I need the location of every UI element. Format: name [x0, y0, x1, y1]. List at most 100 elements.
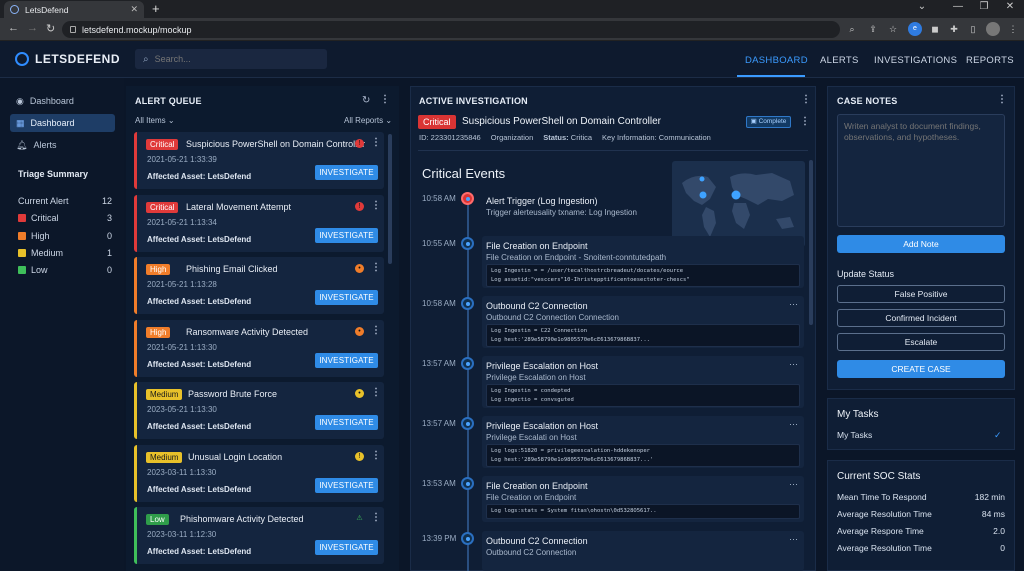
- my-tasks-item[interactable]: My Tasks: [837, 430, 872, 440]
- event-card[interactable]: Alert Trigger (Log Ingestion) Trigger ale…: [482, 191, 804, 223]
- investigate-button[interactable]: INVESTIGATE: [315, 415, 378, 430]
- nav-active-underline: [737, 75, 805, 77]
- sidebar-item-dashboard[interactable]: ◉ Dashboard: [10, 92, 115, 110]
- window-close-icon[interactable]: ✕: [1000, 1, 1020, 12]
- sidebar-item-alerts[interactable]: 🔔︎ Alerts: [10, 136, 115, 154]
- complete-button[interactable]: ▣ Complete: [746, 116, 791, 128]
- stat-row: Average Resolution Time 84 ms: [837, 509, 1005, 519]
- refresh-icon[interactable]: ↻: [362, 95, 370, 106]
- alert-card[interactable]: High Ransomware Activity Detected 2021-05-…: [134, 320, 384, 377]
- alert-card[interactable]: Medium Password Brute Force 2023-05-21 1:1…: [134, 382, 384, 439]
- event-subtitle: Privilege Escalati on Host: [486, 433, 577, 442]
- escalate-button[interactable]: Escalate: [837, 333, 1005, 351]
- alert-menu-icon[interactable]: ⋮: [371, 200, 381, 211]
- zoom-icon[interactable]: ⌕: [845, 22, 859, 36]
- sidepanel-icon[interactable]: ▯: [966, 22, 980, 36]
- event-card[interactable]: File Creation on Endpoint File Creation o…: [482, 476, 804, 522]
- alert-card[interactable]: Medium Unusual Login Location 2023-03-11 1…: [134, 445, 384, 502]
- case-notes-textarea[interactable]: [837, 114, 1005, 227]
- nav-dashboard[interactable]: DASHBOARD: [745, 55, 808, 66]
- false-positive-button[interactable]: False Positive: [837, 285, 1005, 303]
- search-box[interactable]: ⌕: [135, 49, 327, 69]
- critical-events-title: Critical Events: [422, 166, 506, 181]
- event-more-icon[interactable]: ⋯: [789, 479, 798, 490]
- events-scrollbar[interactable]: [809, 160, 813, 325]
- extension-icon-2[interactable]: ◼: [928, 22, 942, 36]
- triage-row-low: Low 0: [18, 265, 112, 275]
- nav-alerts[interactable]: ALERTS: [820, 55, 859, 66]
- event-card[interactable]: Outbound C2 Connection Outbound C2 Connec…: [482, 296, 804, 348]
- alert-card[interactable]: Critical Suspicious PowerShell on Domain …: [134, 132, 384, 189]
- logo[interactable]: LETSDEFEND: [15, 52, 120, 66]
- alert-status-icon: •: [355, 264, 364, 273]
- alert-date: 2023-03-11 1:13:30: [147, 468, 217, 477]
- event-more-icon[interactable]: ⋯: [789, 299, 798, 310]
- log-line: Log Ingestin = = /user/tecalthostrcbread…: [491, 268, 684, 274]
- nav-investigations[interactable]: INVESTIGATIONS: [874, 55, 957, 66]
- bookmark-star-icon[interactable]: ☆: [886, 22, 900, 36]
- investigate-button[interactable]: INVESTIGATE: [315, 165, 378, 180]
- investigation-actions-icon[interactable]: ⋮: [800, 116, 810, 127]
- timeline-line: [467, 196, 469, 571]
- puzzle-icon[interactable]: ✚: [947, 22, 961, 36]
- create-case-button[interactable]: CREATE CASE: [837, 360, 1005, 378]
- forward-icon[interactable]: →: [27, 22, 38, 34]
- investigate-button[interactable]: INVESTIGATE: [315, 353, 378, 368]
- event-subtitle: Outbound C2 Connection: [486, 548, 577, 557]
- investigate-button[interactable]: INVESTIGATE: [315, 540, 378, 555]
- event-more-icon[interactable]: ⋯: [789, 534, 798, 545]
- queue-scrollbar[interactable]: [388, 134, 392, 264]
- share-icon[interactable]: ⇪: [866, 22, 880, 36]
- profile-avatar[interactable]: [986, 22, 1000, 36]
- reload-icon[interactable]: ↻: [46, 22, 55, 35]
- filter-all-items[interactable]: All Items ⌄: [135, 116, 175, 125]
- timeline-node-icon: [461, 357, 474, 370]
- minimize-icon[interactable]: —: [948, 1, 968, 12]
- alert-menu-icon[interactable]: ⋮: [371, 512, 381, 523]
- event-more-icon[interactable]: ⋯: [789, 359, 798, 370]
- nav-reports[interactable]: REPORTS: [966, 55, 1014, 66]
- investigate-button[interactable]: INVESTIGATE: [315, 478, 378, 493]
- alert-title: Ransomware Activity Detected: [186, 327, 309, 337]
- alert-menu-icon[interactable]: ⋮: [371, 387, 381, 398]
- alert-menu-icon[interactable]: ⋮: [371, 325, 381, 336]
- log-line: Log ingectio = convsguted: [491, 396, 574, 403]
- add-note-button[interactable]: Add Note: [837, 235, 1005, 253]
- sidebar-item-dashboard-active[interactable]: ▦ Dashboard: [10, 114, 115, 132]
- investigation-menu-icon[interactable]: ⋮: [801, 94, 811, 105]
- alert-menu-icon[interactable]: ⋮: [371, 137, 381, 148]
- critical-swatch: [18, 214, 26, 222]
- filter-all-reports[interactable]: All Reports ⌄: [344, 116, 392, 125]
- queue-menu-icon[interactable]: ⋮: [380, 94, 390, 105]
- browser-menu-icon[interactable]: ⋮: [1006, 22, 1020, 36]
- extension-icon[interactable]: e: [908, 22, 922, 36]
- search-input[interactable]: [154, 54, 315, 64]
- investigate-button[interactable]: INVESTIGATE: [315, 228, 378, 243]
- investigate-button[interactable]: INVESTIGATE: [315, 290, 378, 305]
- log-line: Log logs:stats = System fitas\ohostn\0d5…: [491, 508, 657, 514]
- tab-search-icon[interactable]: ⌄: [912, 1, 932, 12]
- alert-card[interactable]: High Phishing Email Clicked 2021-05-21 1:1…: [134, 257, 384, 314]
- event-card[interactable]: File Creation on Endpoint File Creation o…: [482, 236, 804, 288]
- timeline-node-icon: [461, 477, 474, 490]
- investigation-org: Organization: [490, 133, 534, 142]
- event-more-icon[interactable]: ⋯: [789, 419, 798, 430]
- maximize-icon[interactable]: ❐: [974, 1, 994, 12]
- alert-title: Unusual Login Location: [188, 452, 283, 462]
- alert-menu-icon[interactable]: ⋮: [371, 450, 381, 461]
- alert-menu-icon[interactable]: ⋮: [371, 262, 381, 273]
- event-card[interactable]: Outbound C2 Connection Outbound C2 Connec…: [482, 531, 804, 571]
- alert-date: 2023-03-11 1:12:30: [147, 530, 217, 539]
- back-icon[interactable]: ←: [8, 22, 19, 34]
- browser-tab[interactable]: LetsDefend ✕: [4, 1, 144, 18]
- tab-close-icon[interactable]: ✕: [130, 4, 138, 15]
- confirmed-incident-button[interactable]: Confirmed Incident: [837, 309, 1005, 327]
- omnibox[interactable]: letsdefend.mockup/mockup: [62, 21, 840, 38]
- event-card[interactable]: Privilege Escalation on Host Privilege Es…: [482, 356, 804, 408]
- case-notes-menu-icon[interactable]: ⋮: [997, 94, 1007, 105]
- task-check-icon[interactable]: ✓: [994, 430, 1002, 441]
- alert-card[interactable]: Critical Lateral Movement Attempt 2021-05-…: [134, 195, 384, 252]
- alert-card[interactable]: Low Phishomware Activity Detected 2023-03-…: [134, 507, 384, 564]
- event-card[interactable]: Privilege Escalation on Host Privilege Es…: [482, 416, 804, 468]
- new-tab-icon[interactable]: +: [152, 1, 160, 16]
